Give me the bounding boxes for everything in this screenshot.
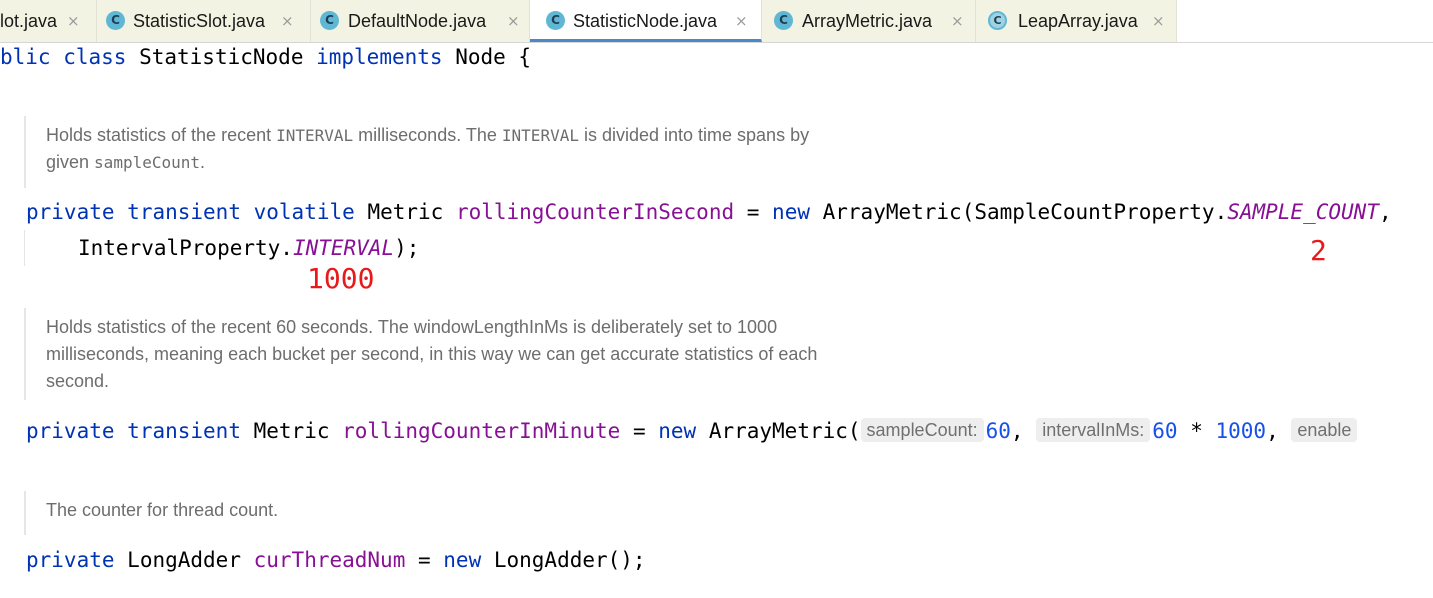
- keyword: new: [772, 200, 810, 224]
- doc-comment-thread-count: The counter for thread count.: [46, 500, 279, 520]
- field-rolling-counter-in-minute: private transient Metric rollingCounterI…: [26, 418, 1359, 444]
- parameter-hint-interval-in-ms: intervalInMs:: [1036, 418, 1151, 442]
- editor-tab-bar: lot.java × C StatisticSlot.java × C Defa…: [0, 0, 1433, 43]
- number-literal: 60: [1152, 419, 1178, 443]
- number-literal: 60: [985, 419, 1011, 443]
- field-name: rollingCounterInSecond: [455, 200, 735, 224]
- doc-comment-rolling-second: Holds statistics of the recent INTERVAL …: [46, 125, 810, 172]
- tab-leaparray-java[interactable]: C LeapArray.java ×: [976, 0, 1177, 42]
- number-literal: 1000: [1215, 419, 1267, 443]
- keyword: transient: [127, 200, 241, 224]
- java-class-icon: C: [106, 11, 125, 30]
- tab-bar-empty-area: [1177, 0, 1433, 42]
- keyword: implements: [316, 45, 443, 69]
- doc-comment-border: [24, 308, 26, 400]
- field-name: rollingCounterInMinute: [342, 419, 621, 443]
- keyword: private: [26, 419, 115, 443]
- close-icon[interactable]: ×: [67, 11, 80, 32]
- tab-statisticnode-java[interactable]: C StatisticNode.java ×: [530, 0, 762, 42]
- java-class-icon: C: [320, 11, 339, 30]
- parameter-hint-sample-count: sampleCount:: [860, 418, 984, 442]
- java-class-icon: C: [774, 11, 793, 30]
- java-abstract-class-icon: C: [988, 11, 1007, 30]
- keyword: new: [443, 548, 482, 572]
- java-class-icon: C: [546, 11, 565, 30]
- class-name: StatisticNode: [126, 45, 317, 69]
- keyword: private: [26, 200, 115, 224]
- class-declaration-line: blic class StatisticNode implements Node…: [0, 45, 532, 69]
- doc-comment-border: [24, 116, 26, 188]
- keyword: volatile: [253, 200, 355, 224]
- close-icon[interactable]: ×: [951, 11, 964, 32]
- tab-defaultnode-java[interactable]: C DefaultNode.java ×: [311, 0, 530, 42]
- field-name: curThreadNum: [253, 548, 406, 572]
- close-icon[interactable]: ×: [735, 11, 748, 32]
- tab-label: StatisticSlot.java: [133, 11, 266, 31]
- field-rolling-counter-in-second-line1: private transient volatile Metric rollin…: [26, 200, 1392, 224]
- keyword: new: [658, 419, 697, 443]
- type-name: Metric: [253, 419, 330, 443]
- keyword: transient: [127, 419, 241, 443]
- tab-label: LeapArray.java: [1018, 11, 1138, 31]
- keyword: private: [26, 548, 115, 572]
- tab-label: DefaultNode.java: [348, 11, 487, 31]
- tab-label: lot.java: [0, 11, 58, 31]
- type-name: Metric: [367, 200, 444, 224]
- indent-guide: [24, 230, 25, 266]
- tab-label: ArrayMetric.java: [802, 11, 933, 31]
- field-rolling-counter-in-second-line2: IntervalProperty.INTERVAL);: [78, 236, 420, 260]
- static-constant: SAMPLE_COUNT: [1227, 200, 1379, 224]
- field-cur-thread-num: private LongAdder curThreadNum = new Lon…: [26, 548, 646, 572]
- tab-arraymetric-java[interactable]: C ArrayMetric.java ×: [762, 0, 976, 42]
- static-constant: INTERVAL: [292, 236, 395, 260]
- parameter-hint-enable: enable: [1291, 418, 1358, 442]
- annotation-interval-value: 1000: [307, 262, 375, 295]
- close-icon[interactable]: ×: [1152, 11, 1165, 32]
- type-name: LongAdder: [127, 548, 241, 572]
- close-icon[interactable]: ×: [507, 11, 520, 32]
- tab-slot-java[interactable]: lot.java ×: [0, 0, 97, 42]
- close-icon[interactable]: ×: [281, 11, 294, 32]
- tab-statisticslot-java[interactable]: C StatisticSlot.java ×: [97, 0, 311, 42]
- doc-comment-rolling-minute: Holds statistics of the recent 60 second…: [46, 317, 818, 391]
- keyword: class: [63, 45, 127, 69]
- annotation-sample-count-value: 2: [1310, 234, 1327, 267]
- keyword: blic: [0, 45, 51, 69]
- tab-label: StatisticNode.java: [573, 11, 718, 31]
- doc-comment-border: [24, 491, 26, 535]
